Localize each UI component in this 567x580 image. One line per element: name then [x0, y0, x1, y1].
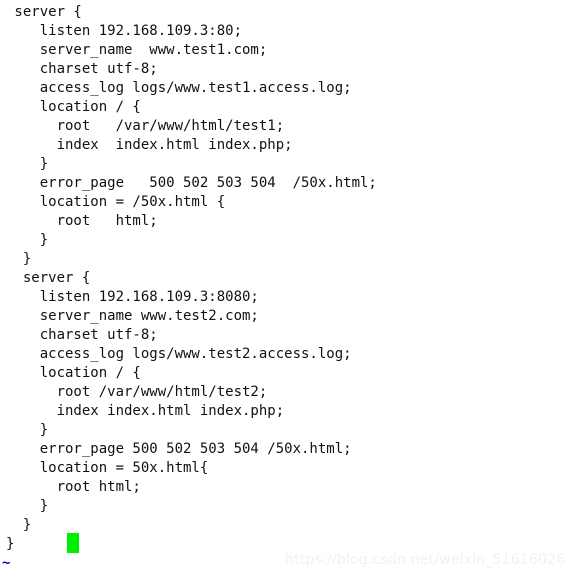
code-line: server_name www.test1.com; [6, 42, 268, 58]
code-line: access_log logs/www.test2.access.log; [6, 346, 352, 362]
code-line: index index.html index.php; [6, 137, 293, 153]
code-line: root html; [6, 213, 158, 229]
code-line: error_page 500 502 503 504 /50x.html; [6, 441, 352, 457]
code-line: index index.html index.php; [6, 403, 285, 419]
text-editor-buffer[interactable]: server { listen 192.168.109.3:80; server… [0, 0, 567, 580]
terminal-screen: server { listen 192.168.109.3:80; server… [0, 0, 567, 580]
empty-line-marker: ~ [0, 573, 567, 580]
code-line: location = 50x.html{ [6, 460, 209, 476]
code-line: listen 192.168.109.3:80; [6, 23, 243, 39]
code-line: root /var/www/html/test2; [6, 384, 268, 400]
code-line: } [6, 498, 49, 514]
code-line: location / { [6, 99, 141, 115]
code-line: location / { [6, 365, 141, 381]
code-line: server { [6, 4, 82, 20]
code-line: server { [6, 270, 91, 286]
watermark-text: https://blog.csdn.net/weixin_51616026 [285, 552, 566, 568]
code-line: root html; [6, 479, 141, 495]
code-line: location = /50x.html { [6, 194, 226, 210]
code-line: error_page 500 502 503 504 /50x.html; [6, 175, 377, 191]
code-line: } [6, 422, 49, 438]
code-line: listen 192.168.109.3:8080; [6, 289, 259, 305]
code-line: server_name www.test2.com; [6, 308, 259, 324]
code-line: } [6, 251, 32, 267]
block-cursor [67, 533, 79, 553]
code-line: } [6, 517, 32, 533]
code-line: } [6, 232, 49, 248]
code-line: access_log logs/www.test1.access.log; [6, 80, 352, 96]
code-line: } [6, 156, 49, 172]
code-line: charset utf-8; [6, 61, 158, 77]
code-line: root /var/www/html/test1; [6, 118, 285, 134]
code-line: charset utf-8; [6, 327, 158, 343]
